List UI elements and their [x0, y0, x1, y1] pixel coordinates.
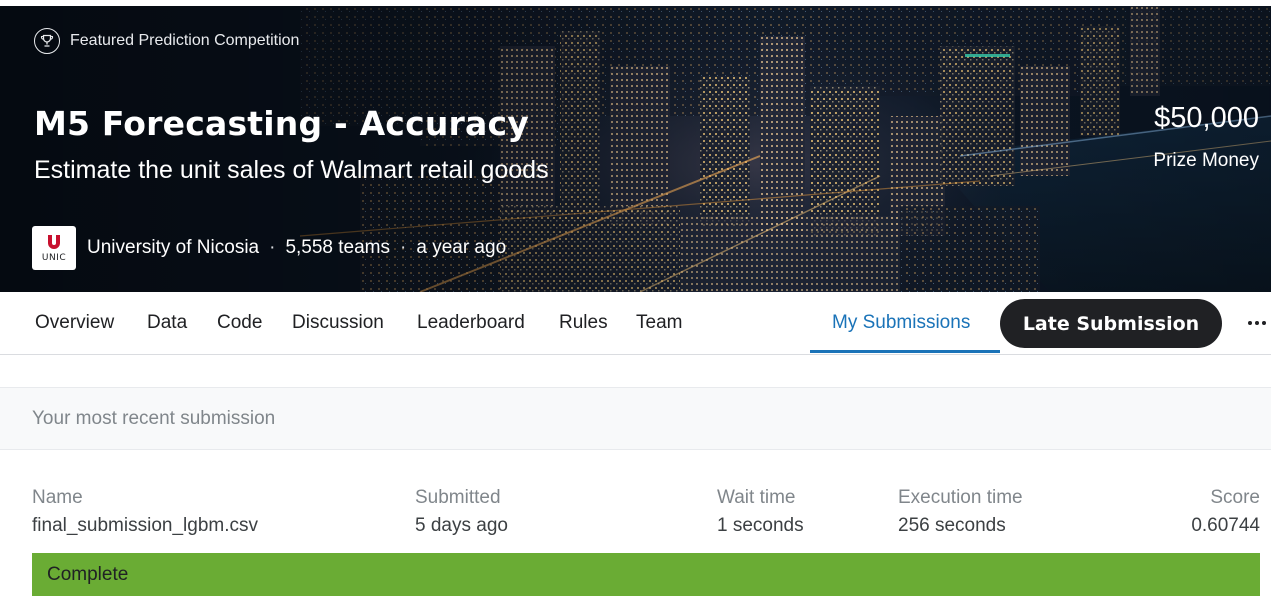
tab-code[interactable]: Code [217, 312, 262, 334]
submission-execution-time: 256 seconds [898, 515, 1006, 536]
recent-submission-title: Your most recent submission [32, 408, 276, 429]
tab-rules[interactable]: Rules [559, 312, 608, 334]
active-tab-indicator [810, 350, 1000, 353]
trophy-icon [34, 28, 60, 54]
separator: · [269, 237, 276, 258]
competition-subtitle: Estimate the unit sales of Walmart retai… [34, 156, 549, 184]
competition-age: a year ago [416, 237, 507, 258]
submission-wait-time: 1 seconds [717, 515, 804, 536]
tab-discussion[interactable]: Discussion [292, 312, 384, 334]
tab-leaderboard[interactable]: Leaderboard [417, 312, 525, 334]
prize-label: Prize Money [1153, 150, 1259, 171]
submission-status-bar: Complete [32, 553, 1260, 596]
team-count: 5,558 teams [285, 237, 391, 258]
host-info: UNIC University of Nicosia · 5,558 teams… [32, 226, 506, 270]
submitted-column-label: Submitted [415, 487, 501, 508]
host-name[interactable]: University of Nicosia [87, 237, 259, 259]
submission-time: 5 days ago [415, 515, 508, 536]
tab-data[interactable]: Data [147, 312, 187, 334]
recent-submission-header: Your most recent submission [0, 387, 1271, 450]
submission-score: 0.60744 [1191, 515, 1260, 536]
competition-category: Featured Prediction Competition [34, 28, 299, 54]
tab-overview[interactable]: Overview [35, 312, 114, 334]
competition-tabs: Overview Data Code Discussion Leaderboar… [0, 292, 1271, 355]
score-column-label: Score [1210, 487, 1260, 508]
host-logo[interactable]: UNIC [32, 226, 76, 270]
execution-time-column-label: Execution time [898, 487, 1023, 508]
unic-logo-icon [48, 234, 60, 249]
prize-amount: $50,000 [1154, 102, 1259, 134]
competition-title: M5 Forecasting - Accuracy [34, 104, 529, 143]
more-options-icon[interactable] [1244, 310, 1270, 336]
tab-team[interactable]: Team [636, 312, 682, 334]
wait-time-column-label: Wait time [717, 487, 796, 508]
competition-header: Featured Prediction Competition M5 Forec… [0, 6, 1271, 292]
late-submission-button[interactable]: Late Submission [1000, 299, 1222, 348]
separator: · [400, 237, 407, 258]
category-label: Featured Prediction Competition [70, 32, 300, 49]
name-column-label: Name [32, 487, 83, 508]
host-logo-text: UNIC [41, 252, 67, 263]
tab-my-submissions[interactable]: My Submissions [832, 312, 970, 334]
submission-file-name[interactable]: final_submission_lgbm.csv [32, 515, 258, 537]
